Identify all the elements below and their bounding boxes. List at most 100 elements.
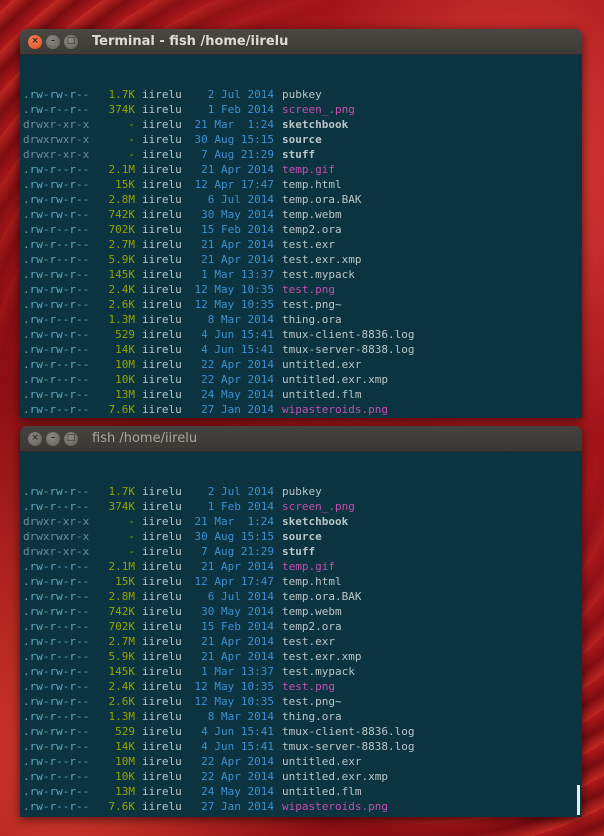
- permissions: .rw-rw-r--: [23, 740, 90, 753]
- modified-date: 6 Jul 2014: [201, 590, 274, 603]
- permissions: .rw-r--r--: [23, 814, 93, 817]
- file-name: stuff: [282, 148, 316, 161]
- modified-date: 8 Mar 2014: [201, 313, 274, 326]
- owner: iirelu: [142, 695, 182, 708]
- permissions: .rw-r--r--: [23, 163, 90, 176]
- permissions: .rw-rw-r--: [23, 328, 90, 341]
- listing-row: .rw-r--r-- 374K iirelu 1 Feb 2014 screen_.p…: [23, 102, 580, 117]
- file-name: sketchbook: [282, 515, 349, 528]
- minimize-icon[interactable]: –: [46, 431, 60, 446]
- file-name: untitled.exr: [282, 755, 362, 768]
- owner: iirelu: [142, 88, 182, 101]
- permissions: .rw-r--r--: [23, 417, 93, 418]
- minimize-icon[interactable]: –: [46, 34, 60, 49]
- permissions: .rw-rw-r--: [23, 208, 90, 221]
- file-name: test.png: [282, 680, 335, 693]
- permissions: .rw-rw-r--: [23, 298, 90, 311]
- file-name: test.exr.xmp: [282, 650, 362, 663]
- window-title: Terminal - fish /home/iirelu: [92, 34, 289, 49]
- close-icon[interactable]: ×: [28, 34, 42, 49]
- file-name: yes.ora: [282, 417, 328, 418]
- file-size: 742K: [108, 208, 136, 221]
- permissions: .rw-r--r--: [23, 253, 90, 266]
- permissions: .rw-rw-r--: [23, 283, 90, 296]
- file-name: test.exr: [282, 238, 335, 251]
- terminal-window-active[interactable]: × – □ Terminal - fish /home/iirelu .rw-r…: [20, 29, 582, 418]
- file-size: -: [128, 148, 135, 161]
- owner: iirelu: [142, 403, 182, 416]
- modified-date: 12 May 10:35: [194, 298, 274, 311]
- modified-date: 1 Feb 2014: [201, 103, 274, 116]
- file-size: 742K: [108, 605, 136, 618]
- close-icon[interactable]: ×: [28, 431, 42, 446]
- file-size: 10K: [115, 770, 135, 783]
- modified-date: 27 Jan 2014: [201, 800, 274, 813]
- terminal-content[interactable]: .rw-rw-r-- 1.7K iirelu 2 Jul 2014 pubkey .rw…: [20, 452, 582, 817]
- permissions: .rw-rw-r--: [23, 88, 90, 101]
- permissions: .rw-r--r--: [23, 770, 90, 783]
- file-name: wipasteroids.png: [282, 403, 388, 416]
- owner: iirelu: [142, 223, 182, 236]
- file-size: 783K: [93, 417, 135, 418]
- modified-date: 22 Apr 2014: [201, 373, 274, 386]
- modified-date: 30 Aug 11:57: [190, 814, 274, 817]
- listing-row: .rw-rw-r-- 15K iirelu 12 Apr 17:47 temp.html: [23, 177, 580, 192]
- listing-row: .rw-rw-r-- 742K iirelu 30 May 2014 temp.webm: [23, 207, 580, 222]
- maximize-icon[interactable]: □: [64, 431, 78, 446]
- listing-row: .rw-r--r-- 374K iirelu 1 Feb 2014 screen_.p…: [23, 499, 580, 514]
- modified-date: 30 Aug 15:15: [194, 133, 274, 146]
- listing-row: drwxr-xr-x - iirelu 7 Aug 21:29 stuff: [23, 147, 580, 162]
- modified-date: 21 Apr 2014: [201, 560, 274, 573]
- file-name: untitled.exr: [282, 358, 362, 371]
- terminal-content[interactable]: .rw-rw-r-- 1.7K iirelu 2 Jul 2014 pubkey .rw…: [20, 55, 582, 418]
- owner: iirelu: [142, 665, 182, 678]
- scrollbar[interactable]: [577, 785, 580, 815]
- listing-row: .rw-r--r-- 702K iirelu 15 Feb 2014 temp2.ora: [23, 619, 580, 634]
- owner: iirelu: [142, 680, 182, 693]
- owner: iirelu: [142, 814, 190, 817]
- window-titlebar[interactable]: × – □ fish /home/iirelu: [20, 426, 582, 452]
- listing-row: .rw-r--r-- 10M iirelu 22 Apr 2014 untitled.e…: [23, 754, 580, 769]
- modified-date: 4 Jun 15:41: [194, 740, 274, 753]
- owner: iirelu: [142, 193, 182, 206]
- permissions: .rw-r--r--: [23, 373, 90, 386]
- modified-date: 30 Aug 11:57: [190, 417, 274, 418]
- permissions: .rw-r--r--: [23, 500, 90, 513]
- modified-date: 2 Jul 2014: [201, 485, 274, 498]
- file-name: test.exr.xmp: [282, 253, 362, 266]
- owner: iirelu: [142, 148, 182, 161]
- owner: iirelu: [142, 373, 182, 386]
- listing-row: .rw-rw-r-- 14K iirelu 4 Jun 15:41 tmux-serv…: [23, 739, 580, 754]
- file-size: -: [128, 118, 135, 131]
- permissions: .rw-r--r--: [23, 710, 90, 723]
- owner: iirelu: [142, 238, 182, 251]
- file-size: 1.3M: [108, 313, 136, 326]
- listing-row: drwxr-xr-x - iirelu 21 Mar 1:24 sketchbook: [23, 117, 580, 132]
- owner: iirelu: [142, 560, 182, 573]
- owner: iirelu: [142, 500, 182, 513]
- file-name: test.mypack: [282, 665, 355, 678]
- permissions: .rw-r--r--: [23, 635, 90, 648]
- owner: iirelu: [142, 313, 182, 326]
- modified-date: 12 Apr 17:47: [194, 575, 274, 588]
- file-name: wipasteroids.png: [282, 800, 388, 813]
- maximize-icon[interactable]: □: [64, 34, 78, 49]
- permissions: .rw-rw-r--: [23, 725, 90, 738]
- permissions: .rw-rw-r--: [23, 343, 90, 356]
- file-name: untitled.flm: [282, 785, 362, 798]
- owner: iirelu: [142, 388, 182, 401]
- terminal-window-inactive[interactable]: × – □ fish /home/iirelu .rw-rw-r-- 1.7K ii…: [20, 426, 582, 817]
- file-size: 5.9K: [108, 650, 136, 663]
- owner: iirelu: [142, 298, 182, 311]
- owner: iirelu: [142, 755, 182, 768]
- file-name: source: [282, 133, 322, 146]
- modified-date: 21 Apr 2014: [201, 253, 274, 266]
- permissions: drwxr-xr-x: [23, 515, 90, 528]
- window-titlebar[interactable]: × – □ Terminal - fish /home/iirelu: [20, 29, 582, 55]
- modified-date: 1 Mar 13:37: [194, 268, 274, 281]
- file-size: 2.7M: [108, 635, 136, 648]
- file-name: screen_.png: [282, 500, 355, 513]
- owner: iirelu: [142, 800, 182, 813]
- modified-date: 12 May 10:35: [194, 680, 274, 693]
- owner: iirelu: [142, 283, 182, 296]
